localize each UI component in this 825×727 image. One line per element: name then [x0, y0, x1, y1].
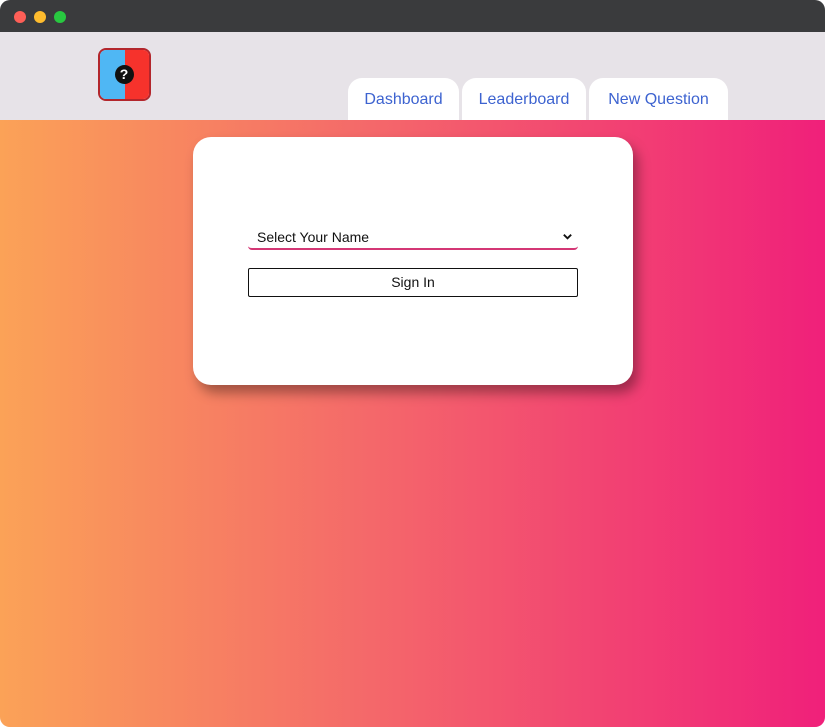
tab-new-question[interactable]: New Question	[589, 78, 728, 120]
maximize-window-button[interactable]	[54, 11, 66, 23]
sign-in-button[interactable]: Sign In	[248, 268, 578, 297]
browser-window: ? Dashboard Leaderboard New Question Sel…	[0, 0, 825, 727]
name-select[interactable]: Select Your Name	[248, 226, 578, 250]
minimize-window-button[interactable]	[34, 11, 46, 23]
app-header: ? Dashboard Leaderboard New Question	[0, 32, 825, 120]
app-logo: ?	[98, 48, 151, 101]
signin-card: Select Your Name Sign In	[193, 137, 633, 385]
tab-dashboard[interactable]: Dashboard	[348, 78, 459, 120]
tab-leaderboard[interactable]: Leaderboard	[462, 78, 586, 120]
question-mark-icon: ?	[114, 64, 134, 84]
close-window-button[interactable]	[14, 11, 26, 23]
main-content: Select Your Name Sign In	[0, 120, 825, 727]
chevron-down-icon	[563, 234, 572, 240]
name-select-value: Select Your Name	[257, 229, 370, 245]
title-bar	[0, 0, 825, 32]
